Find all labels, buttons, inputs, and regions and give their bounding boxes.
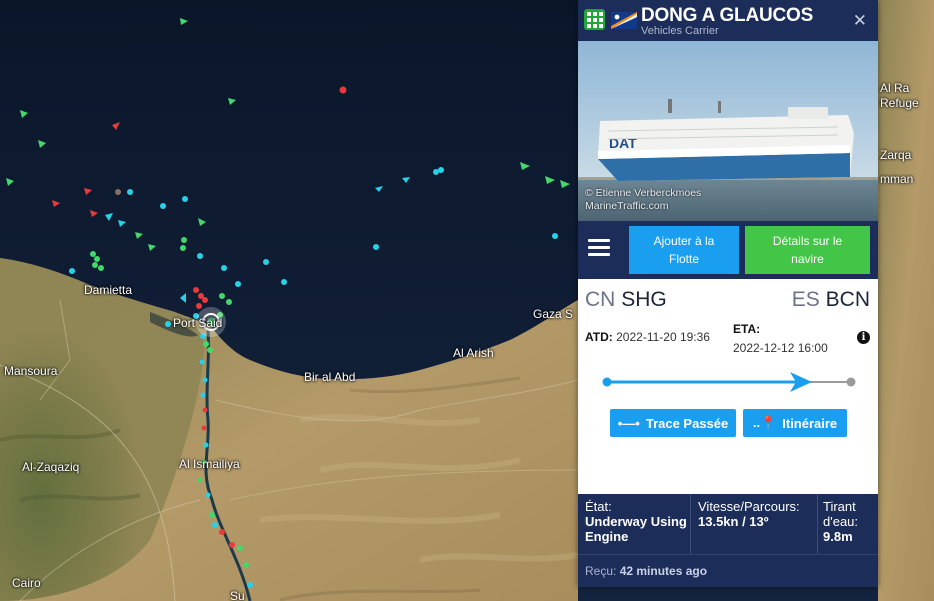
itinerary-label: Itinéraire [782,415,838,431]
atd-info: ATD: 2022-11-20 19:36 [585,330,710,344]
received-time: Reçu: 42 minutes ago [578,554,878,587]
flag-icon [611,12,637,29]
vessel-photo[interactable]: DAT © Etienne Verberckmoes MarineTraffic… [578,41,878,221]
place-amman: mman [880,172,914,186]
nav-status: État: Underway Using Engine [585,499,687,544]
track-icon: •—• [617,415,640,431]
place-al-zaqaziq: Al-Zaqaziq [22,460,80,474]
close-icon[interactable]: ✕ [853,11,867,31]
info-icon[interactable]: i [857,331,870,344]
place-bir-al-abd: Bir al Abd [304,370,356,384]
route-pin-icon: ..📍 [752,415,777,430]
vessel-info-panel: DONG A GLAUCOS Vehicles Carrier ✕ DAT © … [578,0,878,587]
add-to-fleet-button[interactable]: Ajouter à la Flotte [629,226,739,274]
hull-logo: DAT [609,135,637,151]
vessel-type: Vehicles Carrier [641,25,719,37]
photo-credit: © Etienne Verberckmoes MarineTraffic.com [585,187,702,212]
voyage-progress-bar [602,372,856,392]
place-zarqa: Zarqa [880,148,912,162]
status-bar: État: Underway Using Engine Vitesse/Parc… [578,494,878,554]
speed-course: Vitesse/Parcours: 13.5kn / 13º [698,499,800,529]
itinerary-button[interactable]: ..📍 Itinéraire [743,409,847,437]
vessel-details-button[interactable]: Détails sur le navire [745,226,870,274]
place-su: Su [230,589,245,601]
past-track-button[interactable]: •—• Trace Passée [610,409,736,437]
place-gaza: Gaza S [533,307,574,321]
place-damietta: Damietta [84,283,133,297]
draught: Tirant d'eau: 9.8m [823,499,859,544]
place-al-arish: Al Arish [453,346,494,360]
action-bar: Ajouter à la Flotte Détails sur le navir… [578,221,878,279]
progress-start-dot [602,377,612,387]
grid-icon[interactable] [584,9,605,30]
departure-port[interactable]: CN SHG [585,288,667,312]
voyage-section: CN SHG ES BCN ATD: 2022-11-20 19:36 ETA:… [578,279,878,493]
arrival-port[interactable]: ES BCN [792,288,870,312]
panel-header: DONG A GLAUCOS Vehicles Carrier ✕ [578,0,878,41]
vessel-name: DONG A GLAUCOS [641,5,814,26]
place-al-ra: Al Ra [880,81,910,95]
progress-end-dot [846,377,856,387]
place-cairo: Cairo [12,576,41,590]
place-refugee: Refuge [880,96,919,110]
past-track-label: Trace Passée [645,415,729,431]
eta-info: ETA: 2022-12-12 16:00 [733,322,828,355]
place-al-ismailiya: Al Ismailiya [179,457,240,471]
place-mansoura: Mansoura [4,364,58,378]
place-port-said: Port Said [173,316,223,330]
hamburger-menu-icon[interactable] [588,239,610,261]
